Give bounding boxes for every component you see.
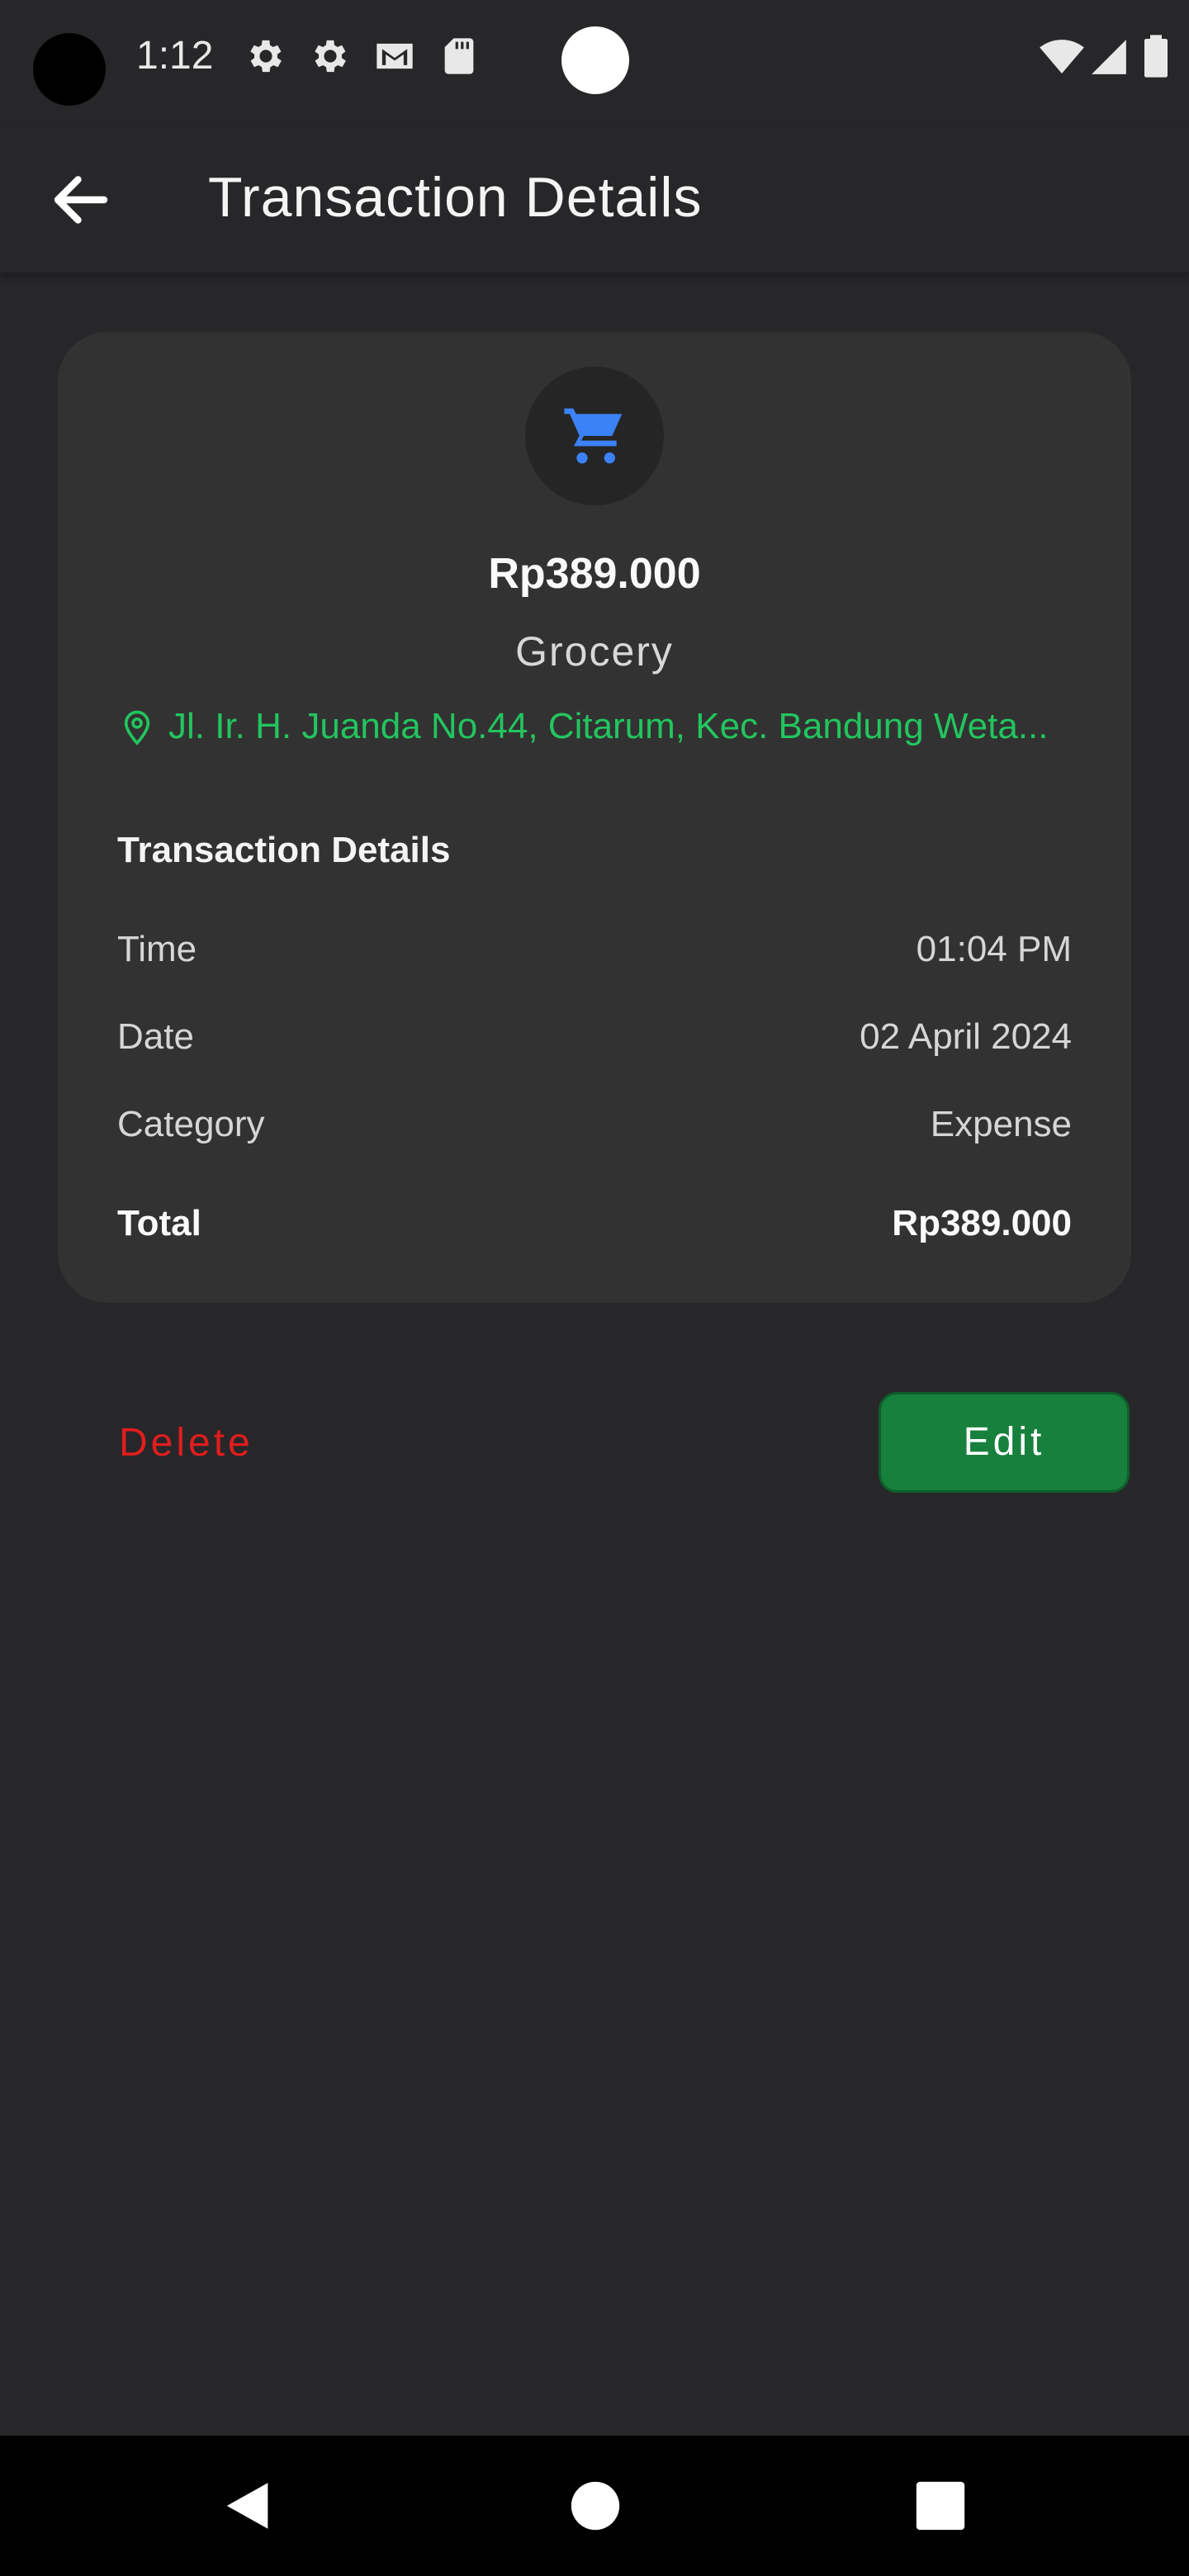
- transaction-amount: Rp389.000: [488, 550, 701, 598]
- wifi-icon: [1040, 40, 1084, 73]
- recents-square-icon[interactable]: [912, 2477, 969, 2535]
- total-value: Rp389.000: [892, 1203, 1072, 1243]
- transaction-card: Rp389.000 Grocery Jl. Ir. H. Juanda No.4…: [58, 332, 1131, 1303]
- detail-row-total: Total Rp389.000: [117, 1199, 1072, 1248]
- settings-icon: [315, 40, 346, 73]
- home-circle-icon[interactable]: [566, 2477, 624, 2535]
- camera-cutout: [33, 33, 106, 106]
- delete-button[interactable]: Delete: [119, 1418, 253, 1468]
- detail-label: Time: [117, 929, 197, 969]
- app-bar: Transaction Details: [0, 124, 1189, 272]
- detail-row-date: Date 02 April 2024: [117, 1012, 1072, 1062]
- detail-label: Date: [117, 1016, 194, 1057]
- edit-button[interactable]: Edit: [879, 1392, 1130, 1493]
- detail-row-category: Category Expense: [117, 1100, 1072, 1149]
- status-bar: 1:12: [0, 0, 1189, 124]
- detail-value: 01:04 PM: [916, 929, 1072, 969]
- screen: 1:12 Transaction Details Rp389.000 Groce…: [0, 0, 1189, 2576]
- cellular-signal-icon: [1092, 40, 1126, 74]
- shopping-cart-icon: [564, 408, 623, 464]
- detail-value: 02 April 2024: [860, 1016, 1072, 1057]
- total-label: Total: [117, 1203, 201, 1243]
- page-title: Transaction Details: [208, 166, 703, 229]
- detail-label: Category: [117, 1104, 265, 1144]
- category-icon-circle: [525, 367, 664, 505]
- details-section-title: Transaction Details: [117, 830, 451, 870]
- settings-icon: [250, 40, 282, 73]
- back-arrow-button[interactable]: [46, 165, 116, 234]
- battery-icon: [1144, 35, 1168, 78]
- system-nav-bar: [0, 2436, 1189, 2576]
- detail-row-time: Time 01:04 PM: [117, 925, 1072, 974]
- back-triangle-icon[interactable]: [220, 2477, 277, 2535]
- location-text: Jl. Ir. H. Juanda No.44, Citarum, Kec. B…: [168, 706, 1049, 746]
- location-pin-icon: [124, 710, 150, 746]
- sd-card-icon: [444, 38, 474, 74]
- status-time: 1:12: [136, 34, 214, 78]
- detail-value: Expense: [930, 1104, 1072, 1144]
- transaction-category: Grocery: [515, 628, 674, 675]
- transaction-location[interactable]: Jl. Ir. H. Juanda No.44, Citarum, Kec. B…: [121, 702, 1128, 751]
- notification-dot: [561, 26, 629, 94]
- gmail-icon: [377, 43, 413, 69]
